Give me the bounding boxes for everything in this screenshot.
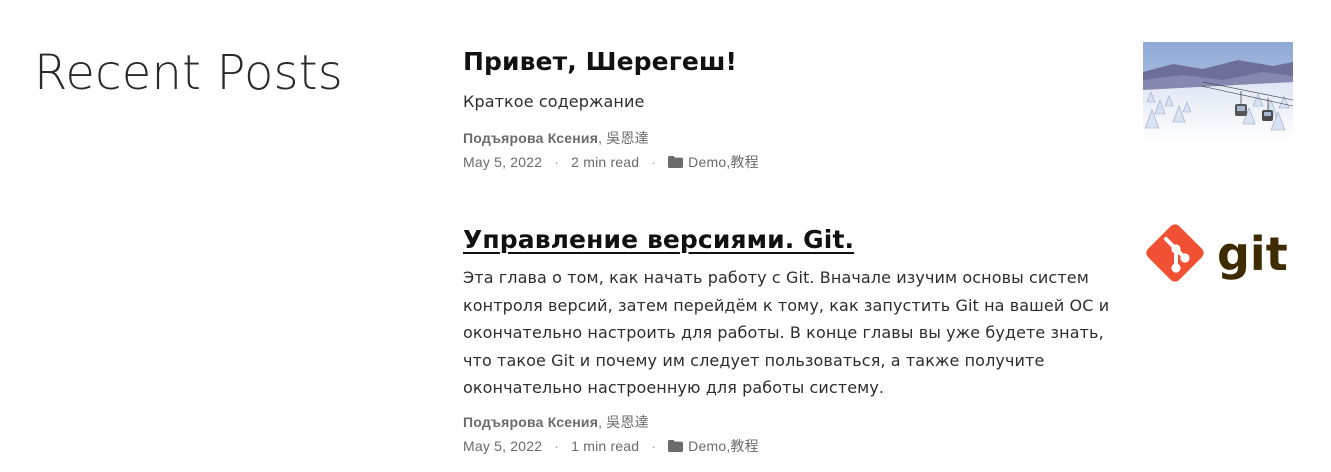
post-summary: Эта глава о том, как начать работу с Git… [463,268,1110,398]
author-link[interactable]: 吳恩達 [606,414,649,430]
post-date: May 5, 2022 [463,153,543,170]
post-title-link[interactable]: Управление версиями. Git. [463,225,854,254]
git-wordmark: git [1217,227,1288,281]
author-link[interactable]: Подъярова Ксения [463,130,598,146]
author-link[interactable]: 吳恩達 [606,130,649,146]
post-date: May 5, 2022 [463,437,543,454]
post-title-link[interactable]: Привет, Шерегеш! [463,47,737,76]
folder-icon [668,155,684,168]
category-link[interactable]: 教程 [730,150,758,174]
post-authors: Подъярова Ксения, 吳恩達 [463,413,649,430]
post-summary: Краткое содержание [463,92,645,111]
category-link[interactable]: 教程 [730,434,758,458]
category-link[interactable]: Demo [688,150,726,174]
read-time: 2 min read [571,153,640,170]
meta-separator: · [651,437,657,454]
section-title: Recent Posts [34,45,343,101]
post-thumbnail-mountain[interactable] [1143,42,1293,142]
read-time: 1 min read [571,437,640,454]
category-link[interactable]: Demo [688,434,726,458]
meta-separator: · [651,153,657,170]
post-meta: May 5, 2022 · 1 min read · Demo, 教程 [463,434,1293,458]
post-thumbnail-git-logo[interactable]: git [1143,220,1293,290]
folder-icon [668,439,684,452]
author-link[interactable]: Подъярова Ксения [463,414,598,430]
meta-separator: · [554,437,560,454]
post-meta: May 5, 2022 · 2 min read · Demo, 教程 [463,150,1293,174]
meta-separator: · [554,153,560,170]
